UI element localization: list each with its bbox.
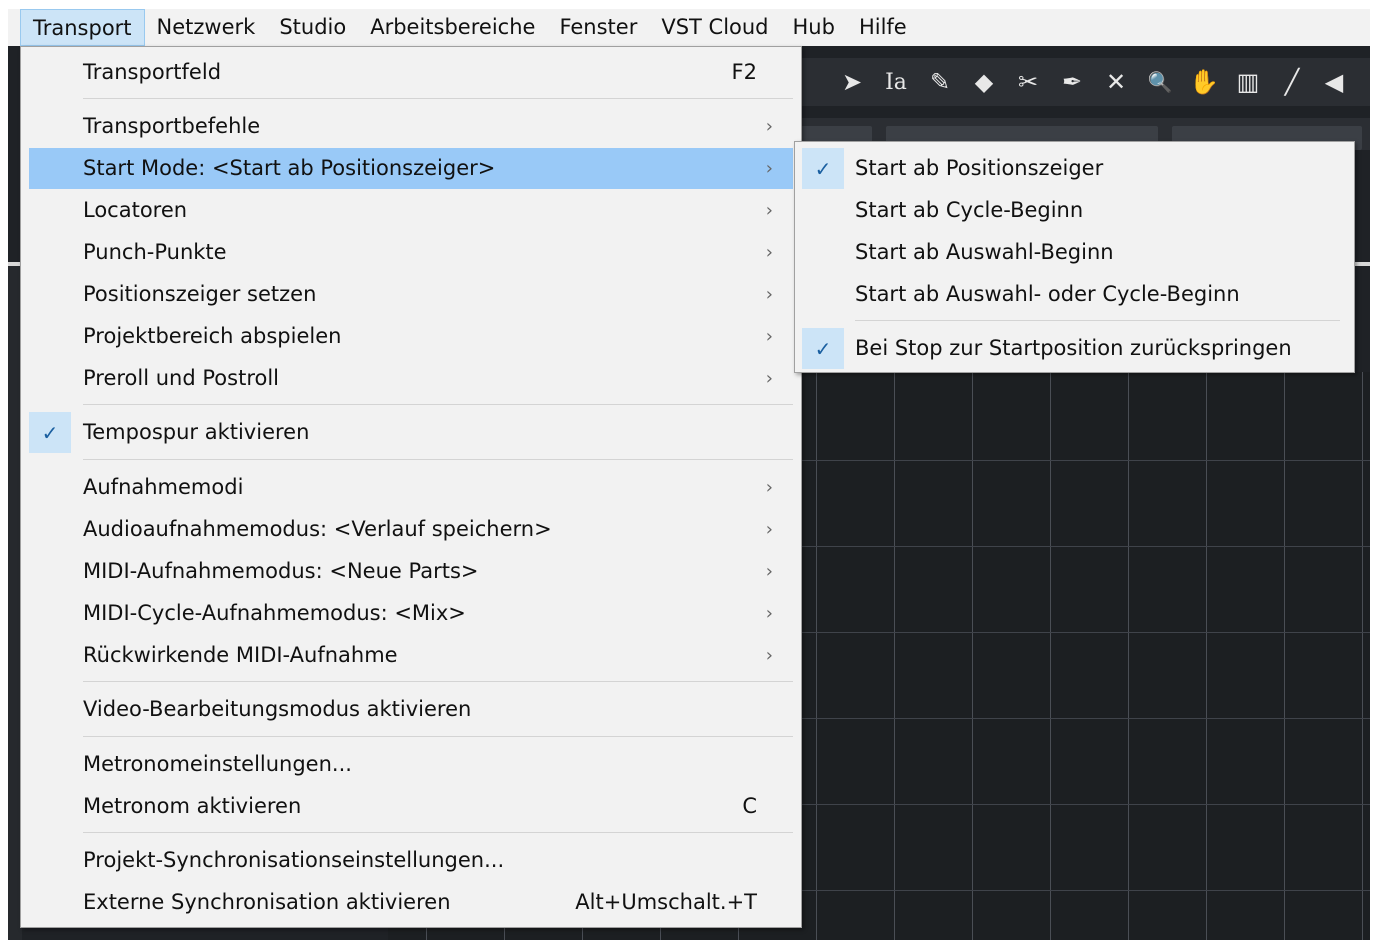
menu-item-video-bearbeitungsmodus[interactable]: Video-Bearbeitungsmodus aktivieren <box>29 689 793 730</box>
menu-item-rueckwirkende-midi-aufnahme[interactable]: Rückwirkende MIDI-Aufnahme › <box>29 635 793 676</box>
separator <box>83 98 793 99</box>
menu-hub[interactable]: Hub <box>781 9 847 46</box>
menu-item-label: Aufnahmemodi <box>83 475 244 499</box>
submenu-item-start-ab-cycle-beginn[interactable]: Start ab Cycle-Beginn <box>802 190 1347 231</box>
object-select-icon[interactable]: ➤ <box>830 58 874 106</box>
menu-item-label: Positionszeiger setzen <box>83 282 317 306</box>
menu-item-label: Preroll und Postroll <box>83 366 280 390</box>
chevron-right-icon: › <box>765 200 773 221</box>
menu-item-transportbefehle[interactable]: Transportbefehle › <box>29 106 793 147</box>
menu-item-label: Start ab Positionszeiger <box>855 156 1104 180</box>
chevron-right-icon: › <box>765 477 773 498</box>
menu-item-start-mode[interactable]: Start Mode: <Start ab Positionszeiger> › <box>29 148 793 189</box>
menu-item-label: Bei Stop zur Startposition zurückspringe… <box>855 336 1292 360</box>
menubar-edge <box>8 9 20 46</box>
menu-item-metronom-aktivieren[interactable]: Metronom aktivieren C <box>29 786 793 827</box>
draw-pencil-icon[interactable]: ✎ <box>918 58 962 106</box>
line-icon[interactable]: ╱ <box>1270 58 1314 106</box>
menu-item-label: Locatoren <box>83 198 188 222</box>
chevron-right-icon: › <box>765 368 773 389</box>
menu-item-label: Start ab Cycle-Beginn <box>855 198 1084 222</box>
submenu-item-start-ab-positionszeiger[interactable]: ✓ Start ab Positionszeiger <box>802 148 1347 189</box>
menu-transport[interactable]: Transport <box>20 9 145 46</box>
menu-studio[interactable]: Studio <box>267 9 358 46</box>
submenu-item-bei-stop-zurueckspringen[interactable]: ✓ Bei Stop zur Startposition zurücksprin… <box>802 328 1347 369</box>
submenu-item-start-ab-auswahl-oder-cycle-beginn[interactable]: Start ab Auswahl- oder Cycle-Beginn <box>802 274 1347 315</box>
submenu-item-start-ab-auswahl-beginn[interactable]: Start ab Auswahl-Beginn <box>802 232 1347 273</box>
hand-icon[interactable]: ✋ <box>1182 58 1226 106</box>
menu-item-label: Start Mode: <Start ab Positionszeiger> <box>83 156 496 180</box>
menu-item-label: Start ab Auswahl-Beginn <box>855 240 1114 264</box>
separator <box>855 320 1340 321</box>
menu-vst-cloud[interactable]: VST Cloud <box>649 9 780 46</box>
menu-item-label: Projektbereich abspielen <box>83 324 342 348</box>
menu-item-label: Transportfeld <box>83 60 222 84</box>
menu-item-label: Video-Bearbeitungsmodus aktivieren <box>83 697 472 721</box>
menu-item-label: MIDI-Cycle-Aufnahmemodus: <Mix> <box>83 601 466 625</box>
menu-item-label: Start ab Auswahl- oder Cycle-Beginn <box>855 282 1240 306</box>
menu-item-label: Transportbefehle <box>83 114 261 138</box>
menu-item-label: MIDI-Aufnahmemodus: <Neue Parts> <box>83 559 479 583</box>
chevron-right-icon: › <box>765 242 773 263</box>
menu-hilfe[interactable]: Hilfe <box>847 9 919 46</box>
menu-item-externe-synchronisation[interactable]: Externe Synchronisation aktivieren Alt+U… <box>29 882 793 923</box>
chevron-right-icon: › <box>765 116 773 137</box>
menu-item-label: Rückwirkende MIDI-Aufnahme <box>83 643 398 667</box>
menu-item-positionszeiger-setzen[interactable]: Positionszeiger setzen › <box>29 274 793 315</box>
shortcut-label: F2 <box>731 60 757 84</box>
speaker-icon[interactable]: ◀ <box>1314 58 1354 106</box>
chevron-right-icon: › <box>765 561 773 582</box>
separator <box>83 681 793 682</box>
chevron-right-icon: › <box>765 326 773 347</box>
menu-item-audioaufnahmemodus[interactable]: Audioaufnahmemodus: <Verlauf speichern> … <box>29 509 793 550</box>
menu-item-label: Externe Synchronisation aktivieren <box>83 890 451 914</box>
transport-menu: Transportfeld F2 Transportbefehle › Star… <box>20 46 802 928</box>
chevron-right-icon: › <box>765 284 773 305</box>
menu-item-aufnahmemodi[interactable]: Aufnahmemodi › <box>29 467 793 508</box>
shortcut-label: Alt+Umschalt.+T <box>575 890 757 914</box>
checkmark-icon: ✓ <box>802 328 844 369</box>
chevron-right-icon: › <box>765 645 773 666</box>
menu-item-label: Projekt-Synchronisationseinstellungen... <box>83 848 505 872</box>
menu-netzwerk[interactable]: Netzwerk <box>145 9 268 46</box>
separator <box>83 459 793 460</box>
menu-item-label: Metronom aktivieren <box>83 794 302 818</box>
chevron-right-icon: › <box>765 603 773 624</box>
menu-item-label: Audioaufnahmemodus: <Verlauf speichern> <box>83 517 552 541</box>
comp-icon[interactable]: ▥ <box>1226 58 1270 106</box>
separator <box>83 404 793 405</box>
menu-fenster[interactable]: Fenster <box>547 9 649 46</box>
chevron-right-icon: › <box>765 158 773 179</box>
menu-item-locatoren[interactable]: Locatoren › <box>29 190 793 231</box>
checkmark-icon: ✓ <box>29 412 71 453</box>
menu-item-label: Punch-Punkte <box>83 240 227 264</box>
menu-bar: Transport Netzwerk Studio Arbeitsbereich… <box>20 9 1370 46</box>
menu-item-tempospur-aktivieren[interactable]: ✓ Tempospur aktivieren <box>29 412 793 453</box>
menu-item-projektbereich-abspielen[interactable]: Projektbereich abspielen › <box>29 316 793 357</box>
text-icon[interactable]: Ia <box>874 58 918 106</box>
erase-icon[interactable]: ◆ <box>962 58 1006 106</box>
menu-item-label: Metronomeinstellungen... <box>83 752 352 776</box>
split-scissors-icon[interactable]: ✂ <box>1006 58 1050 106</box>
menu-item-transportfeld[interactable]: Transportfeld F2 <box>29 52 793 93</box>
menu-item-metronomeinstellungen[interactable]: Metronomeinstellungen... <box>29 744 793 785</box>
menu-item-projekt-synchronisationseinstellungen[interactable]: Projekt-Synchronisationseinstellungen... <box>29 840 793 881</box>
menu-item-midi-aufnahmemodus[interactable]: MIDI-Aufnahmemodus: <Neue Parts> › <box>29 551 793 592</box>
menu-item-punch-punkte[interactable]: Punch-Punkte › <box>29 232 793 273</box>
mute-x-icon[interactable]: ✕ <box>1094 58 1138 106</box>
shortcut-label: C <box>742 794 757 818</box>
project-toolbar: ➤ Ia ✎ ◆ ✂ ✒ ✕ 🔍 ✋ ▥ ╱ ◀ <box>800 58 1370 106</box>
chevron-right-icon: › <box>765 519 773 540</box>
start-mode-submenu: ✓ Start ab Positionszeiger Start ab Cycl… <box>794 141 1355 373</box>
menu-arbeitsbereiche[interactable]: Arbeitsbereiche <box>358 9 547 46</box>
menu-item-preroll-postroll[interactable]: Preroll und Postroll › <box>29 358 793 399</box>
menu-item-midi-cycle-aufnahmemodus[interactable]: MIDI-Cycle-Aufnahmemodus: <Mix> › <box>29 593 793 634</box>
zoom-icon[interactable]: 🔍 <box>1138 58 1182 106</box>
separator <box>83 832 793 833</box>
separator <box>83 736 793 737</box>
checkmark-icon: ✓ <box>802 148 844 189</box>
glue-icon[interactable]: ✒ <box>1050 58 1094 106</box>
menu-item-label: Tempospur aktivieren <box>83 420 310 444</box>
